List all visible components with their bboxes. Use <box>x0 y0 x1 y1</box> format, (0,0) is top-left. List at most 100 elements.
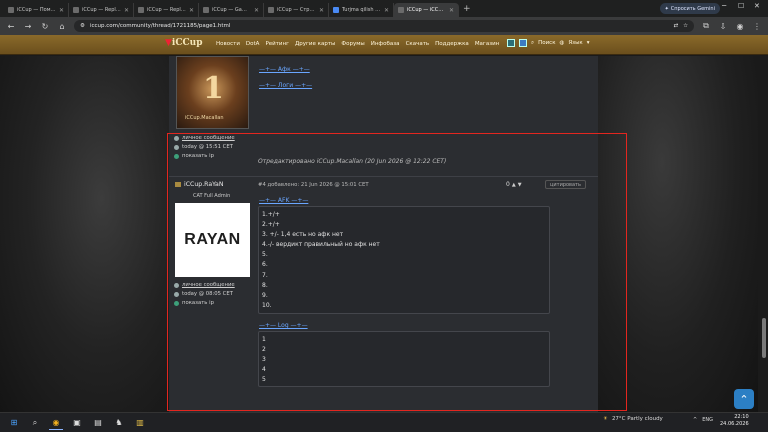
game-icon[interactable]: ♞ <box>112 416 126 430</box>
list-item: 4 <box>262 366 266 374</box>
show-ip-label: показать ip <box>182 300 214 306</box>
post-divider <box>169 176 598 177</box>
notepad-icon[interactable]: ▤ <box>91 416 105 430</box>
close-icon[interactable]: ✕ <box>384 7 389 14</box>
profile-icon[interactable]: ◉ <box>735 22 745 31</box>
scroll-to-top-button[interactable]: ⌃ <box>734 389 754 409</box>
private-message-link[interactable]: личное сообщение <box>174 282 235 288</box>
afk-spoiler-title[interactable]: —+— AFK —+— <box>259 197 308 204</box>
maximize-icon[interactable]: ☐ <box>738 2 744 10</box>
search-link[interactable]: Поиск <box>538 40 555 46</box>
translate-icon[interactable]: ⇄ <box>673 23 678 29</box>
avatar-caption: iCCup.Macallan <box>185 115 224 121</box>
gemini-label: Спросить Gemini <box>670 5 715 12</box>
address-bar[interactable]: ⚙ iccup.com/community/thread/1721185/pag… <box>74 20 694 32</box>
download-icon[interactable]: ⇩ <box>718 22 728 31</box>
chevron-down-icon[interactable]: ▾ <box>587 40 590 46</box>
pm-label: личное сообщение <box>182 135 235 141</box>
nav-other-maps[interactable]: Другие карты <box>295 41 335 47</box>
browser-tab[interactable]: iCCup — Страницы / Усл✕ <box>264 3 329 17</box>
close-icon[interactable]: ✕ <box>449 7 454 14</box>
browser-tab[interactable]: iCCup — Replay Compile✕ <box>69 3 134 17</box>
browser-tab[interactable]: iCCup — Replay Compile✕ <box>134 3 199 17</box>
thumbs-up-icon[interactable]: ▲ <box>512 182 516 188</box>
signature-logs-link[interactable]: —+— Логи —+— <box>259 82 312 89</box>
gemini-button[interactable]: ✦ Спросить Gemini <box>659 3 720 14</box>
user-icon[interactable] <box>507 39 515 47</box>
ip-icon <box>174 153 179 159</box>
tray-chevron-icon[interactable]: ^ <box>693 417 697 423</box>
language-link[interactable]: Язык <box>568 40 582 46</box>
browser-toolbar: ← → ↻ ⌂ ⚙ iccup.com/community/thread/172… <box>0 17 768 35</box>
globe-icon[interactable]: ◍ <box>560 40 565 46</box>
nav-download[interactable]: Скачать <box>406 41 430 47</box>
logo-text: iCCup <box>171 38 203 48</box>
page-scrollbar[interactable] <box>760 56 768 412</box>
notifications-icon[interactable] <box>519 39 527 47</box>
favicon-icon <box>398 7 404 13</box>
afk-list-box: 1.+/+ 2.+/+ 3. +/- 1,4 есть но афк нет 4… <box>258 206 550 314</box>
avatar: 1 iCCup.Macallan <box>176 56 249 129</box>
site-info-icon[interactable]: ⚙ <box>80 23 85 29</box>
clock-icon <box>174 291 179 297</box>
windows-start-icon[interactable]: ⊞ <box>7 416 21 430</box>
files-icon[interactable]: ▥ <box>133 416 147 430</box>
home-icon[interactable]: ⌂ <box>57 22 67 31</box>
menu-icon[interactable]: ⋮ <box>752 22 762 31</box>
browser-tab[interactable]: iCCup — Game Details / J✕ <box>199 3 264 17</box>
tab-label: iCCup — Replay Compile <box>147 7 186 13</box>
clock[interactable]: 22:10 24.06.2026 <box>720 414 749 428</box>
show-ip-label: показать ip <box>182 153 214 159</box>
weather-icon: ☀ <box>603 416 608 422</box>
bookmark-star-icon[interactable]: ☆ <box>683 23 688 29</box>
thumbs-down-icon[interactable]: ▼ <box>518 182 522 188</box>
list-item: 1 <box>262 336 266 343</box>
post-meta: #4 добавлено: 21 Jun 2026 @ 15:01 CET <box>258 182 369 188</box>
favicon-icon <box>333 7 339 13</box>
nav-rating[interactable]: Рейтинг <box>265 41 289 47</box>
weather-widget[interactable]: ☀ 27°C Partly cloudy <box>603 416 663 422</box>
search-icon[interactable]: ⌕ <box>28 416 42 430</box>
close-icon[interactable]: ✕ <box>189 7 194 14</box>
private-message-link[interactable]: личное сообщение <box>174 135 235 141</box>
minimize-icon[interactable]: ─ <box>722 2 726 10</box>
browser-tab-active[interactable]: iCCup — iCCup.Katmon✕ <box>394 3 459 17</box>
browser-tab[interactable]: Turjma qilish so'rovi✕ <box>329 3 394 17</box>
show-ip-link[interactable]: показать ip <box>174 300 214 306</box>
show-ip-link[interactable]: показать ip <box>174 153 214 159</box>
scrollbar-thumb[interactable] <box>762 318 766 358</box>
tab-label: iCCup — iCCup.Katmon <box>407 7 446 13</box>
chrome-icon[interactable]: ◉ <box>49 416 63 430</box>
nav-forums[interactable]: Форумы <box>341 41 364 47</box>
log-spoiler-title[interactable]: —+— Log —+— <box>259 322 308 329</box>
language-indicator[interactable]: ENG <box>702 417 713 423</box>
nav-dota[interactable]: DotA <box>246 41 260 47</box>
nav-shop[interactable]: Магазин <box>475 41 499 47</box>
window-close-icon[interactable]: ✕ <box>754 2 760 10</box>
close-icon[interactable]: ✕ <box>254 7 259 14</box>
reload-icon[interactable]: ↻ <box>40 22 50 31</box>
previous-post: 1 iCCup.Macallan —+— Афк —+— —+— Логи —+… <box>169 56 598 176</box>
new-tab-button[interactable]: + <box>459 4 475 14</box>
close-icon[interactable]: ✕ <box>59 7 64 14</box>
nav-support[interactable]: Поддержка <box>435 41 469 47</box>
back-icon[interactable]: ← <box>6 22 16 31</box>
forward-icon[interactable]: → <box>23 22 33 31</box>
extensions-icon[interactable]: ⧉ <box>701 21 711 31</box>
signature-afk-link[interactable]: —+— Афк —+— <box>259 66 310 73</box>
close-icon[interactable]: ✕ <box>124 7 129 14</box>
quote-button[interactable]: цитировать <box>545 180 586 189</box>
search-icon[interactable]: ⌕ <box>531 40 534 47</box>
user-rank: CAT Full Admin <box>193 193 231 199</box>
last-seen: today @ 15:51 CET <box>174 144 233 150</box>
nav-infobase[interactable]: Инфобаза <box>371 41 400 47</box>
browser-tab[interactable]: iCCup — Помощь / 2004✕ <box>4 3 69 17</box>
system-tray[interactable]: ^ ENG <box>693 417 713 423</box>
nav-news[interactable]: Новости <box>216 41 240 47</box>
app-icon[interactable]: ▣ <box>70 416 84 430</box>
close-icon[interactable]: ✕ <box>319 7 324 14</box>
site-logo[interactable]: ▼iCCup <box>165 38 203 48</box>
author-name: iCCup.RaYaN <box>184 181 224 188</box>
clock-date: 24.06.2026 <box>720 421 749 427</box>
post-author[interactable]: iCCup.RaYaN <box>175 181 223 188</box>
